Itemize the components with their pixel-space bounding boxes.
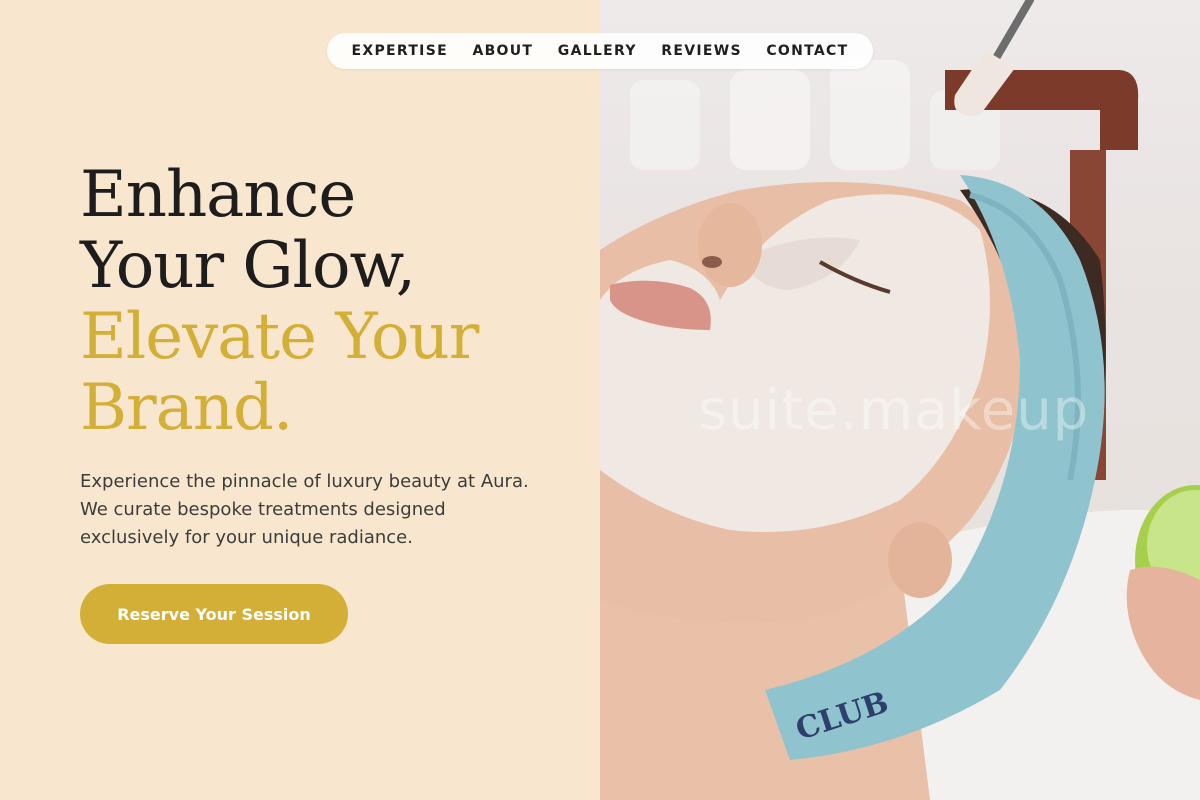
svg-text:CLUB: CLUB [792, 685, 893, 748]
nav-expertise[interactable]: EXPERTISE [352, 43, 448, 59]
nav-contact[interactable]: CONTACT [766, 43, 848, 59]
nav-gallery[interactable]: GALLERY [558, 43, 637, 59]
headline-line-4: Brand. [80, 371, 293, 445]
main-nav: EXPERTISE ABOUT GALLERY REVIEWS CONTACT [327, 33, 873, 69]
hero-headline: Enhance Your Glow, Elevate Your Brand. [80, 158, 479, 445]
hero-image-panel: CLUB suite.makeup [600, 0, 1200, 800]
headline-line-2: Your Glow, [80, 229, 416, 303]
reserve-session-button[interactable]: Reserve Your Session [80, 584, 348, 644]
hero-description: Experience the pinnacle of luxury beauty… [80, 471, 529, 548]
watermark-text: suite.makeup [698, 378, 1090, 443]
nav-about[interactable]: ABOUT [472, 43, 533, 59]
nav-reviews[interactable]: REVIEWS [661, 43, 742, 59]
headline-line-3: Elevate Your [80, 300, 479, 374]
headline-line-1: Enhance [80, 158, 356, 232]
